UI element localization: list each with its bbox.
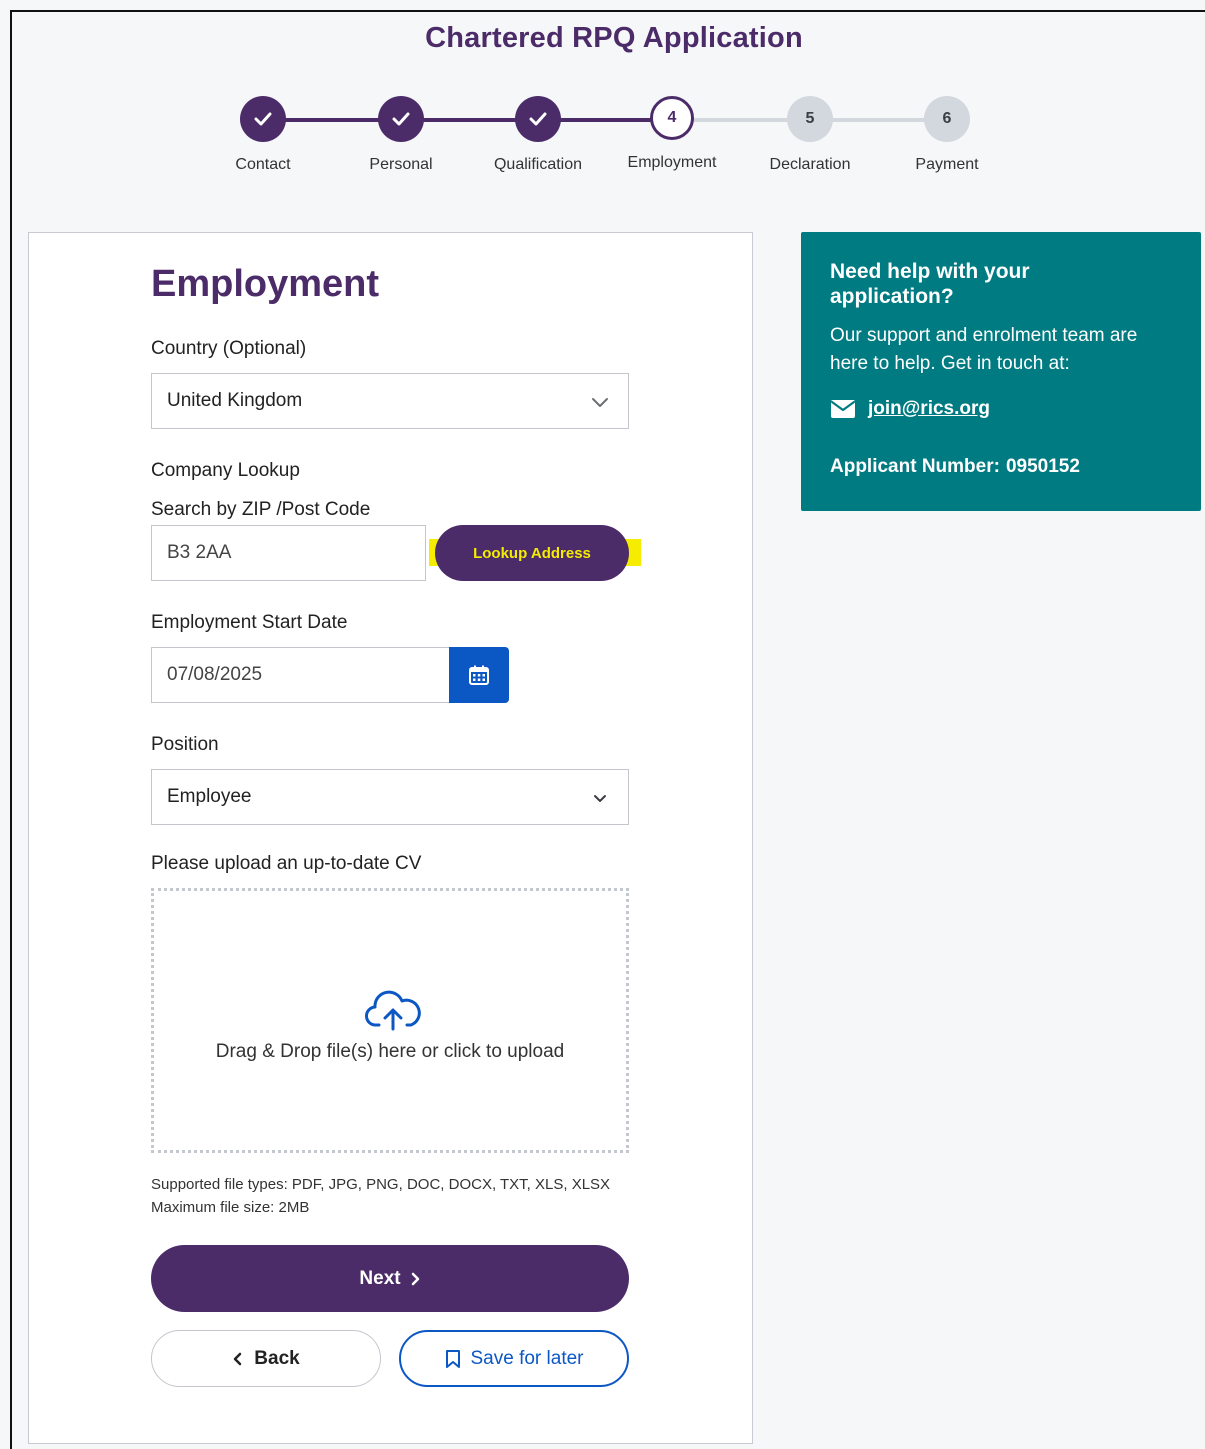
country-select[interactable]: United Kingdom: [151, 373, 629, 429]
max-size-note: Maximum file size: 2MB: [151, 1199, 310, 1216]
company-lookup-label: Company Lookup: [151, 460, 300, 481]
employment-form-card: Employment Country (Optional) United Kin…: [28, 232, 753, 1444]
start-date-label: Employment Start Date: [151, 612, 348, 633]
postcode-value: B3 2AA: [167, 542, 232, 563]
step-number: 5: [787, 96, 833, 142]
applicant-number-label: Applicant Number:: [830, 456, 1000, 477]
step-label: Personal: [369, 156, 433, 173]
start-date-value: 07/08/2025: [167, 664, 263, 685]
save-for-later-label: Save for later: [470, 1347, 584, 1369]
dropzone-text: Drag & Drop file(s) here or click to upl…: [215, 1041, 565, 1062]
check-icon: [378, 96, 424, 142]
cv-dropzone[interactable]: Drag & Drop file(s) here or click to upl…: [151, 888, 629, 1153]
position-value: Employee: [167, 786, 252, 807]
step-number: 4: [650, 96, 694, 140]
step-declaration: 5 Declaration: [740, 96, 880, 174]
window-border-top: [10, 10, 1205, 12]
position-label: Position: [151, 734, 219, 755]
position-select[interactable]: Employee: [151, 769, 629, 825]
applicant-number: Applicant Number: 0950152: [830, 456, 1080, 478]
help-email-row: join@rics.org: [830, 398, 990, 420]
step-label: Declaration: [769, 156, 851, 173]
country-label: Country (Optional): [151, 338, 307, 359]
step-employment[interactable]: 4 Employment: [602, 96, 742, 172]
window-border-left: [10, 10, 12, 1449]
applicant-number-value: 0950152: [1005, 456, 1080, 477]
check-icon: [515, 96, 561, 142]
start-date-input[interactable]: 07/08/2025: [151, 647, 450, 703]
step-qualification[interactable]: Qualification: [468, 96, 608, 174]
lookup-address-button[interactable]: Lookup Address: [435, 525, 629, 581]
postcode-label: Search by ZIP /Post Code: [151, 499, 371, 520]
upload-label: Please upload an up-to-date CV: [151, 853, 422, 874]
chevron-down-icon: [592, 398, 608, 407]
supported-types-note: Supported file types: PDF, JPG, PNG, DOC…: [151, 1176, 611, 1193]
country-value: United Kingdom: [167, 390, 303, 411]
save-for-later-button[interactable]: Save for later: [399, 1330, 629, 1387]
back-label: Back: [254, 1347, 300, 1369]
mail-icon: [830, 400, 856, 418]
calendar-button[interactable]: [449, 647, 509, 703]
step-personal[interactable]: Personal: [331, 96, 471, 174]
step-label: Contact: [235, 156, 291, 173]
app-title: Chartered RPQ Application: [425, 22, 803, 54]
step-number: 6: [924, 96, 970, 142]
step-label: Payment: [915, 156, 979, 173]
step-payment: 6 Payment: [877, 96, 1017, 174]
chevron-down-icon: [594, 795, 606, 802]
help-panel: Need help with your application? Our sup…: [801, 232, 1201, 511]
help-email-link[interactable]: join@rics.org: [868, 398, 990, 420]
page-title: Employment: [151, 263, 380, 305]
bookmark-icon: [445, 1349, 460, 1368]
postcode-input[interactable]: B3 2AA: [151, 525, 426, 581]
step-label: Qualification: [493, 156, 583, 173]
help-title: Need help with your application?: [830, 260, 1030, 308]
lookup-address-label: Lookup Address: [473, 544, 591, 562]
progress-stepper: Contact Personal Qualification 4 Employm…: [0, 96, 1205, 196]
calendar-icon: [469, 665, 489, 685]
chevron-left-icon: [234, 1352, 242, 1365]
step-contact[interactable]: Contact: [193, 96, 333, 174]
cloud-upload-icon: [365, 990, 421, 1031]
chevron-right-icon: [411, 1272, 419, 1285]
check-icon: [240, 96, 286, 142]
next-button[interactable]: Next: [151, 1245, 629, 1312]
next-label: Next: [359, 1267, 401, 1289]
step-label: Employment: [627, 154, 717, 171]
help-body: Our support and enrolment team are here …: [830, 325, 1138, 374]
back-button[interactable]: Back: [151, 1330, 381, 1387]
